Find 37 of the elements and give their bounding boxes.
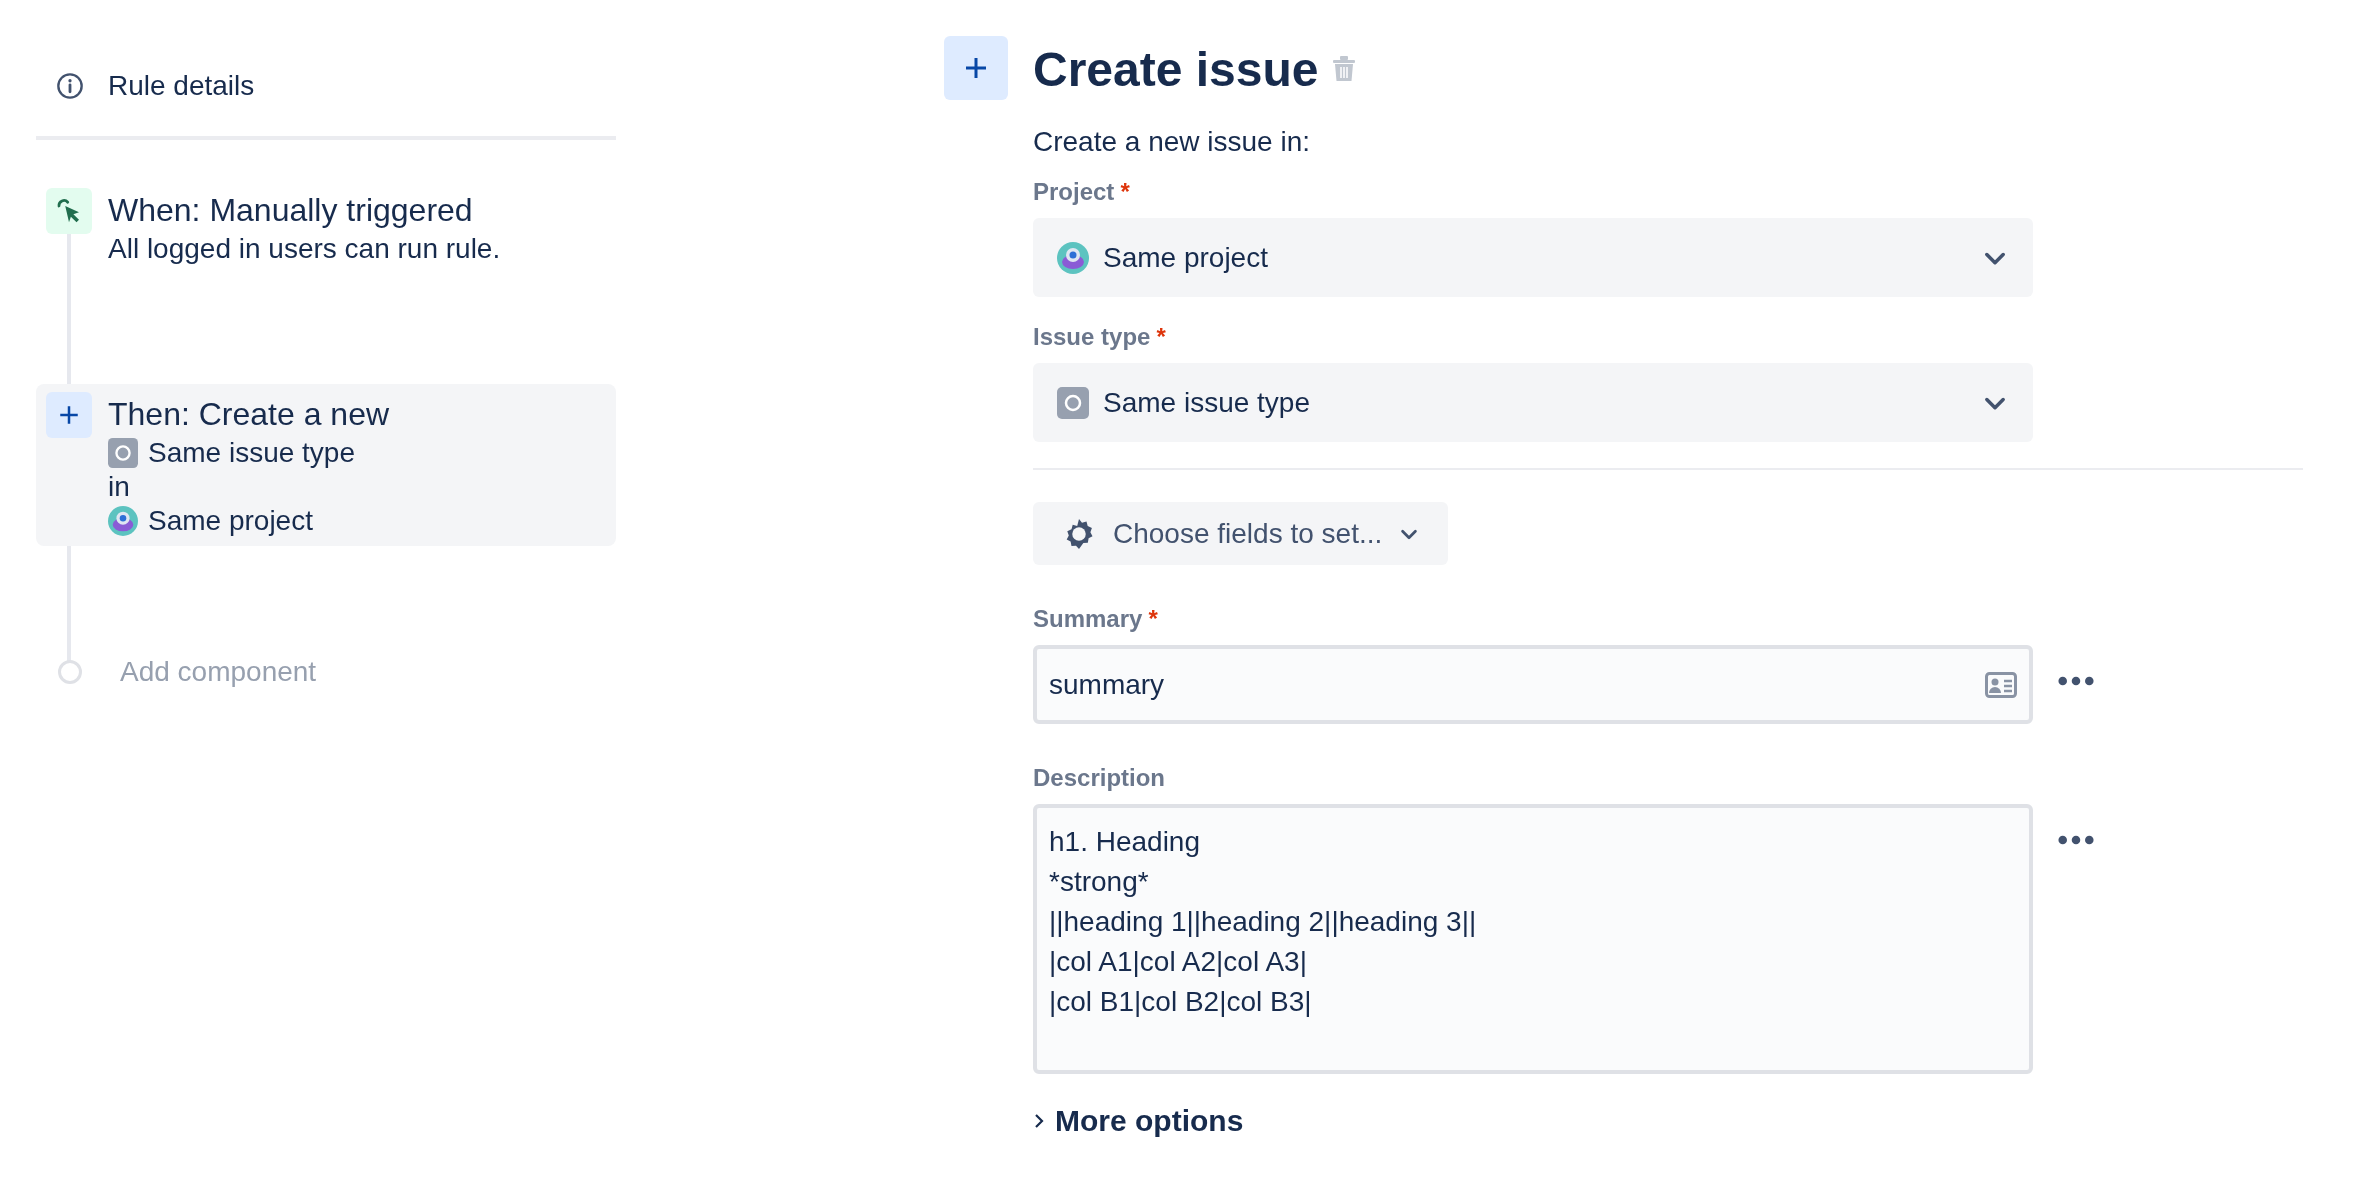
more-icon[interactable] xyxy=(2057,834,2095,846)
plus-icon xyxy=(46,392,92,438)
intro-text: Create a new issue in: xyxy=(1033,126,1312,158)
field-label: Project xyxy=(1033,178,1115,206)
required-mark: * xyxy=(1156,323,1166,351)
issue-type-icon xyxy=(108,438,138,468)
summary-field[interactable]: summary xyxy=(1033,645,2033,724)
id-card-icon xyxy=(1985,671,2017,698)
step-title: Then: Create a new xyxy=(108,395,390,434)
step-detail: Same project xyxy=(148,504,313,538)
panel-title: Create issue xyxy=(1033,41,1319,97)
required-mark: * xyxy=(1148,605,1158,633)
step-detail: All logged in users can run rule. xyxy=(108,232,501,266)
step-detail: Same issue type xyxy=(148,436,355,470)
issue-type-icon xyxy=(1057,386,1089,419)
step-title: When: Manually triggered xyxy=(108,191,474,230)
more-options-toggle[interactable]: More options xyxy=(1033,1104,1244,1138)
rule-details-link[interactable]: Rule details xyxy=(108,70,255,102)
field-label: Summary xyxy=(1033,605,1143,633)
field-label: Issue type xyxy=(1033,323,1151,351)
more-icon[interactable] xyxy=(2057,675,2095,687)
empty-circle-icon xyxy=(58,660,82,684)
project-avatar-icon xyxy=(108,506,138,536)
required-mark: * xyxy=(1120,178,1130,206)
choose-fields-button[interactable]: Choose fields to set... xyxy=(1033,502,1449,565)
plus-icon xyxy=(944,36,1008,100)
description-field[interactable]: h1. Heading *strong* ||heading 1||heading 2||heading 3|| |col A1|col A2|col A3| |col B1|col B2|col B3| xyxy=(1033,804,2033,1074)
rule-step-card[interactable]: Then: Create a new Same issue type in Same project xyxy=(36,384,616,546)
select-field[interactable]: Same project xyxy=(1033,218,2033,297)
select-field[interactable]: Same issue type xyxy=(1033,363,2033,442)
project-avatar-icon xyxy=(1057,241,1089,274)
cursor-icon xyxy=(46,188,92,234)
chevron-right-icon xyxy=(1033,1112,1045,1130)
field-label: Description xyxy=(1033,764,1166,792)
rule-step-card[interactable]: When: Manually triggered All logged in users can run rule. xyxy=(36,180,616,274)
info-icon xyxy=(56,72,84,100)
step-detail: in xyxy=(108,470,130,504)
